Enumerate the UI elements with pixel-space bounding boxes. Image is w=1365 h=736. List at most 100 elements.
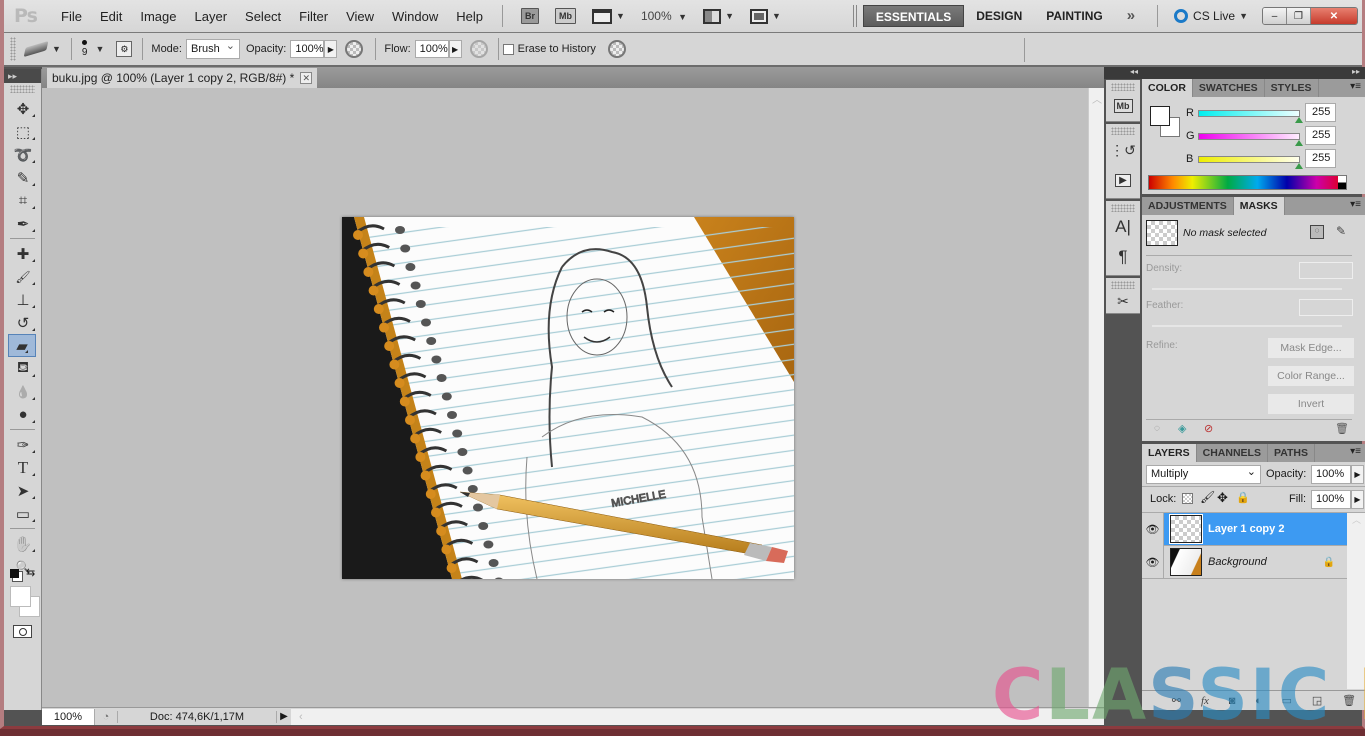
brush-tool[interactable]: 🖌	[4, 265, 42, 288]
screen-mode-button[interactable]: ▼	[750, 7, 781, 25]
pen-tool[interactable]: ✑	[4, 433, 42, 456]
airbrush-icon[interactable]	[469, 40, 488, 58]
fill-input[interactable]: 100%	[1311, 490, 1351, 509]
lock-image-icon[interactable]: 🖌	[1200, 490, 1215, 504]
invert-button[interactable]: Invert	[1268, 394, 1354, 414]
tab-color[interactable]: COLOR	[1142, 79, 1193, 97]
tool-presets-dock-button[interactable]: ✂	[1106, 289, 1140, 313]
panel-menu-icon[interactable]: ▾≡	[1350, 81, 1361, 92]
vertical-scrollbar[interactable]: ︿	[1088, 88, 1104, 707]
paragraph-dock-button[interactable]: ¶	[1106, 242, 1140, 272]
workspace-essentials[interactable]: ESSENTIALS	[862, 5, 965, 27]
quick-selection-tool[interactable]: ✎	[4, 166, 42, 189]
layer-row-background[interactable]: 👁 Background 🔒	[1142, 545, 1347, 579]
link-layers-icon[interactable]: ⚯	[1172, 694, 1181, 707]
mode-select[interactable]: Brush	[185, 37, 240, 59]
history-brush-tool[interactable]: ↺	[4, 311, 42, 334]
quick-mask-button[interactable]	[13, 625, 32, 638]
lock-transparency-icon[interactable]	[1182, 493, 1193, 504]
paint-bucket-tool[interactable]: ⛾	[4, 357, 42, 380]
brush-preset-picker[interactable]: 9 ▼	[82, 40, 104, 58]
dock-grip[interactable]	[1111, 281, 1135, 289]
tab-adjustments[interactable]: ADJUSTMENTS	[1142, 197, 1234, 215]
flow-input[interactable]: 100%	[414, 40, 449, 58]
color-fg-swatch[interactable]	[1150, 106, 1170, 126]
erase-to-history-checkbox[interactable]	[502, 43, 514, 55]
tablet-size-icon[interactable]	[607, 40, 626, 58]
minimize-button[interactable]: –	[1263, 8, 1287, 24]
menu-view[interactable]: View	[337, 0, 383, 33]
adjustment-layer-icon[interactable]: ◐	[1255, 695, 1262, 707]
tool-preset-picker[interactable]: ▼	[23, 40, 61, 58]
workspace-painting[interactable]: PAINTING	[1034, 5, 1114, 27]
status-menu-button[interactable]: ▶	[277, 711, 291, 722]
actions-dock-button[interactable]: ▶	[1106, 165, 1140, 195]
panel-menu-icon[interactable]: ▾≡	[1350, 446, 1361, 457]
green-value-input[interactable]: 255	[1305, 126, 1336, 145]
move-tool[interactable]: ✥	[4, 97, 42, 120]
tab-swatches[interactable]: SWATCHES	[1193, 79, 1265, 97]
bridge-button[interactable]: Br	[521, 8, 540, 24]
menu-file[interactable]: File	[52, 0, 91, 33]
scroll-up-icon[interactable]: ︿	[1092, 91, 1102, 106]
opacity-slider-button[interactable]: ▶	[324, 40, 338, 58]
red-slider[interactable]	[1198, 109, 1303, 123]
opacity-input[interactable]: 100%	[290, 40, 325, 58]
tab-layers[interactable]: LAYERS	[1142, 444, 1197, 462]
tab-masks[interactable]: MASKS	[1233, 197, 1285, 215]
eyedropper-tool[interactable]: ✒	[4, 212, 42, 235]
path-selection-tool[interactable]: ➤	[4, 479, 42, 502]
color-spectrum[interactable]	[1148, 175, 1347, 190]
collapse-icons-icon[interactable]: ◂◂	[1130, 67, 1138, 76]
layers-scrollbar[interactable]: ︿	[1347, 513, 1365, 689]
tab-styles[interactable]: STYLES	[1265, 79, 1319, 97]
rectangle-tool[interactable]: ▭	[4, 502, 42, 525]
status-zoom-input[interactable]: 100%	[42, 708, 95, 725]
panel-menu-icon[interactable]: ▾≡	[1350, 199, 1361, 210]
close-button[interactable]: ✕	[1311, 8, 1357, 24]
new-layer-icon[interactable]: ◲	[1312, 694, 1322, 707]
dodge-tool[interactable]: ●	[4, 403, 42, 426]
feather-input[interactable]	[1299, 299, 1353, 316]
feather-slider[interactable]	[1152, 325, 1342, 327]
delete-layer-icon[interactable]: 🗑	[1342, 694, 1356, 707]
eraser-tool[interactable]: ▰	[8, 334, 36, 357]
slider-handle-icon[interactable]	[1295, 116, 1303, 123]
blue-value-input[interactable]: 255	[1305, 149, 1336, 168]
menu-filter[interactable]: Filter	[290, 0, 337, 33]
foreground-color-swatch[interactable]	[10, 586, 31, 607]
menu-help[interactable]: Help	[447, 0, 492, 33]
clone-stamp-tool[interactable]: ⊥	[4, 288, 42, 311]
character-dock-button[interactable]: A|	[1106, 212, 1140, 242]
layer-name[interactable]: Layer 1 copy 2	[1208, 523, 1284, 535]
pixel-mask-button[interactable]: ◌	[1310, 225, 1324, 239]
marquee-tool[interactable]: ⬚	[4, 120, 42, 143]
delete-mask-icon[interactable]: 🗑	[1335, 422, 1349, 435]
workspace-design[interactable]: DESIGN	[964, 5, 1034, 27]
layer-opacity-slider-button[interactable]: ▶	[1351, 465, 1364, 484]
close-document-icon[interactable]: ✕	[300, 72, 313, 84]
swap-colors-icon[interactable]: ⇆	[26, 566, 35, 579]
view-extras-button[interactable]: ▼	[592, 7, 625, 25]
zoom-level-dropdown[interactable]: 100% ▼	[641, 9, 687, 23]
dock-grip[interactable]	[1111, 204, 1135, 212]
document-image[interactable]: MICHELLE	[342, 217, 794, 579]
lock-all-icon[interactable]: 🔒	[1236, 491, 1250, 504]
visibility-eye-icon[interactable]: 👁	[1142, 545, 1164, 579]
menu-edit[interactable]: Edit	[91, 0, 131, 33]
menu-window[interactable]: Window	[383, 0, 447, 33]
lasso-tool[interactable]: ➰	[4, 143, 42, 166]
brush-panel-toggle[interactable]: ⚙	[116, 41, 133, 57]
new-group-icon[interactable]: ▭	[1282, 694, 1292, 707]
density-slider[interactable]	[1152, 288, 1342, 290]
layer-name[interactable]: Background	[1208, 556, 1267, 568]
add-mask-icon[interactable]: ◙	[1229, 695, 1236, 707]
visibility-eye-icon[interactable]: 👁	[1142, 512, 1164, 546]
disable-mask-icon[interactable]: ⊘	[1204, 422, 1213, 435]
restore-button[interactable]: ❐	[1287, 8, 1311, 24]
canvas-area[interactable]: MICHELLE	[42, 88, 1088, 707]
fill-slider-button[interactable]: ▶	[1351, 490, 1364, 509]
slider-handle-icon[interactable]	[1295, 162, 1303, 169]
mask-edge-button[interactable]: Mask Edge...	[1268, 338, 1354, 358]
options-grip[interactable]	[10, 37, 16, 61]
